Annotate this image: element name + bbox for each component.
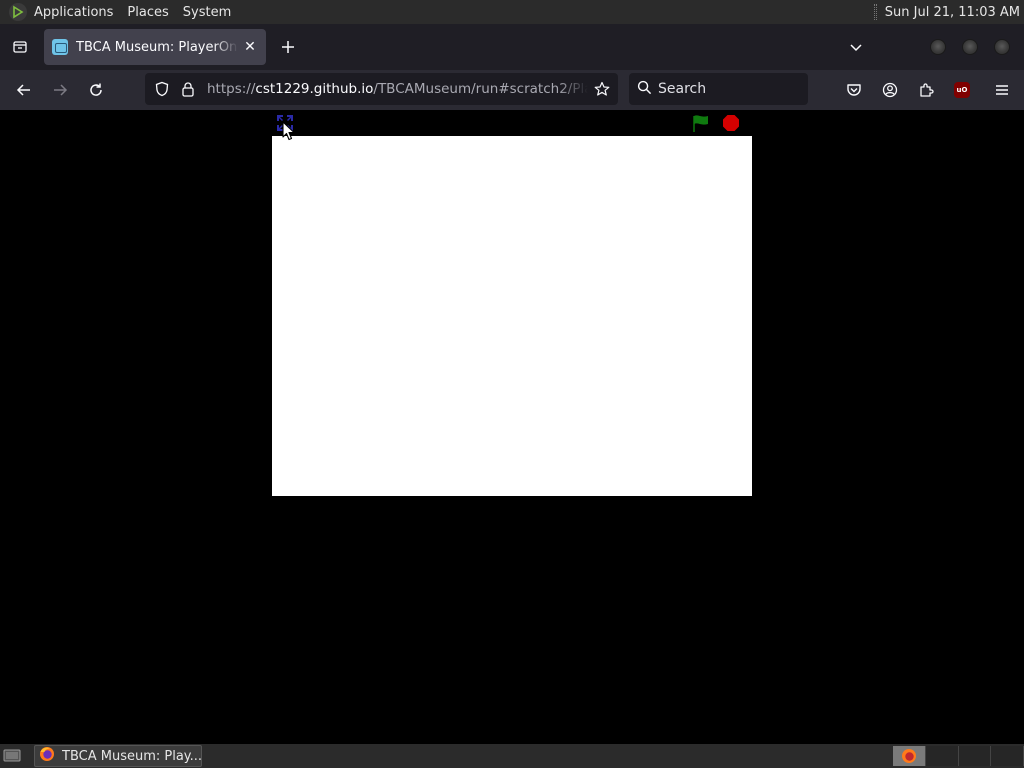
top-panel: Applications Places System Sun Jul 21, 1… [0,0,1024,24]
minimize-button[interactable] [930,39,946,55]
close-icon[interactable]: ✕ [242,39,258,55]
clock[interactable]: Sun Jul 21, 11:03 AM [885,5,1020,20]
url-scheme: https:// [207,81,256,97]
maximize-button[interactable] [962,39,978,55]
chevron-down-icon[interactable] [842,33,870,61]
ublock-badge: uO [954,82,970,98]
distro-logo-icon[interactable] [9,3,27,21]
green-flag-icon[interactable] [691,113,711,133]
tab-list-icon[interactable] [5,32,35,62]
search-icon [637,80,652,99]
system-menu[interactable]: System [183,5,231,20]
star-icon[interactable] [588,75,616,103]
tab-title: TBCA Museum: PlayerOnly - Scratch [76,39,238,55]
extensions-icon[interactable] [910,74,942,106]
reload-icon[interactable] [80,74,112,106]
applications-menu[interactable]: Applications [34,5,113,20]
plus-icon[interactable] [274,33,302,61]
workspace-2[interactable] [925,746,959,766]
url-text[interactable]: https://cst1229.github.io/TBCAMuseum/run… [207,81,588,97]
url-host: cst1229.github.io [255,81,374,97]
close-window-button[interactable] [994,39,1010,55]
workspace-4[interactable] [991,746,1024,766]
lock-icon[interactable] [177,78,199,100]
firefox-icon [901,749,916,763]
firefox-icon [39,746,55,766]
forward-arrow-icon[interactable] [44,74,76,106]
scratch-stage[interactable] [272,136,752,496]
search-bar[interactable] [629,73,808,105]
show-desktop-icon[interactable] [2,747,22,765]
tab-tbca-museum[interactable]: TBCA Museum: PlayerOnly - Scratch ✕ [44,29,266,65]
back-arrow-icon[interactable] [8,74,40,106]
bottom-panel: TBCA Museum: Play... [0,744,1024,768]
tab-favicon [52,39,68,55]
workspace-switcher[interactable] [893,746,1024,766]
places-menu[interactable]: Places [127,5,168,20]
nav-toolbar: https://cst1229.github.io/TBCAMuseum/run… [0,70,1024,110]
account-icon[interactable] [874,74,906,106]
page-content [0,110,1024,744]
tab-strip: TBCA Museum: PlayerOnly - Scratch ✕ [0,24,1024,70]
workspace-1[interactable] [893,746,926,766]
ublock-icon[interactable]: uO [946,74,978,106]
url-bar[interactable]: https://cst1229.github.io/TBCAMuseum/run… [145,73,618,105]
taskbar-firefox-window[interactable]: TBCA Museum: Play... [34,745,202,767]
panel-grip [873,4,877,20]
search-input[interactable] [658,81,798,97]
hamburger-menu-icon[interactable] [986,74,1018,106]
stop-icon[interactable] [722,114,740,132]
task-label: TBCA Museum: Play... [62,748,201,764]
pocket-icon[interactable] [838,74,870,106]
url-path: /TBCAMuseum/run#scratch2/PlayerOnly [373,81,588,97]
fullscreen-toggle-icon[interactable] [276,114,294,132]
shield-icon[interactable] [151,78,173,100]
workspace-3[interactable] [958,746,992,766]
player-controls [272,110,752,136]
